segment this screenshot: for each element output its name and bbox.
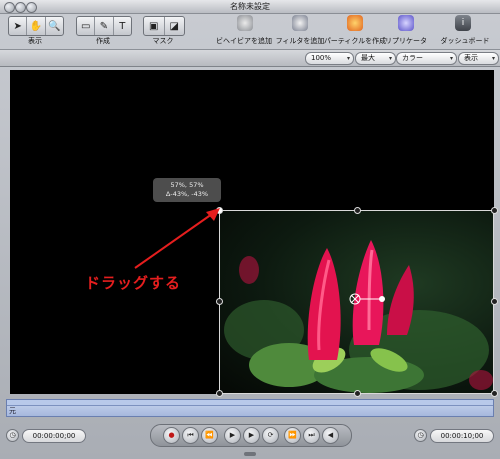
- arrow-pointer-icon: ➤: [13, 20, 22, 32]
- clock-icon[interactable]: ◷: [6, 429, 19, 442]
- dashboard-button[interactable]: ダッシュボード: [440, 36, 490, 46]
- bezier-tool-button[interactable]: ✎: [95, 17, 114, 35]
- text-icon: T: [119, 20, 126, 32]
- popup-arrow-icon: ▾: [388, 55, 392, 62]
- mask-tools-group: ▣ ◪: [143, 16, 185, 36]
- middle-left-handle[interactable]: [216, 298, 223, 305]
- channel-value: カラー: [402, 54, 423, 62]
- create-tools-label: 作成: [96, 37, 110, 45]
- info-icon[interactable]: i: [455, 15, 471, 31]
- middle-right-handle[interactable]: [491, 298, 498, 305]
- rectangle-icon: ▭: [80, 20, 91, 32]
- zoom-level-popup[interactable]: 100% ▾: [305, 52, 354, 65]
- magnifier-icon: 🔍: [48, 20, 61, 32]
- scale-tooltip: 57%, 57% Δ-43%, -43%: [153, 178, 221, 202]
- record-button[interactable]: ●: [163, 427, 180, 444]
- add-behavior-button[interactable]: ビヘイビアを追加: [212, 36, 276, 46]
- duration-field[interactable]: 00:00:10;00: [430, 429, 494, 443]
- scale-delta-value: Δ-43%, -43%: [165, 190, 209, 198]
- zoom-tool-button[interactable]: 🔍: [46, 17, 63, 35]
- filter-icon[interactable]: [292, 15, 308, 31]
- create-tools-group: ▭ ✎ T: [76, 16, 132, 36]
- popup-arrow-icon: ▾: [491, 55, 495, 62]
- bottom-center-handle[interactable]: [354, 390, 361, 397]
- rectangle-tool-button[interactable]: ▭: [77, 17, 96, 35]
- render-quality-value: 最大: [361, 54, 375, 62]
- transport-bar: ◷ 00:00:00;00 ● ⏮ ⏪ ▶ ▶ ⟳ ⏩ ⏭ ◀ ◷ 00:00:…: [0, 419, 500, 451]
- stop-button[interactable]: ▶: [243, 427, 260, 444]
- toolbar: ➤ ✋ 🔍 表示 ▭ ✎ T 作成 ▣ ◪ マスク ビヘイビアを追加 フィルタを…: [0, 14, 500, 48]
- bottom-right-handle[interactable]: [491, 390, 498, 397]
- add-filter-button[interactable]: フィルタを追加: [272, 36, 328, 46]
- replicator-icon[interactable]: [398, 15, 414, 31]
- view-value: 表示: [464, 54, 478, 62]
- render-quality-popup[interactable]: 最大 ▾: [355, 52, 396, 65]
- go-to-end-button[interactable]: ⏭: [303, 427, 320, 444]
- play-button[interactable]: ▶: [224, 427, 241, 444]
- rect-mask-icon: ▣: [149, 20, 159, 32]
- audio-button[interactable]: ◀: [322, 427, 339, 444]
- channel-popup[interactable]: カラー ▾: [396, 52, 457, 65]
- popup-arrow-icon: ▾: [346, 55, 350, 62]
- scale-value: 57%, 57%: [170, 181, 204, 189]
- mini-timeline[interactable]: 元: [6, 399, 494, 417]
- timeline-track-label: 元: [9, 407, 16, 415]
- view-popup[interactable]: 表示 ▾: [458, 52, 499, 65]
- hand-icon: ✋: [29, 20, 43, 32]
- canvas[interactable]: 57%, 57% Δ-43%, -43% ドラッグする: [10, 70, 498, 397]
- bezier-mask-icon: ◪: [169, 20, 179, 32]
- bezier-mask-button[interactable]: ◪: [165, 17, 185, 35]
- resize-grip[interactable]: [244, 452, 256, 456]
- replicate-button[interactable]: リプリケータ: [384, 36, 428, 46]
- pan-tool-button[interactable]: ✋: [27, 17, 46, 35]
- step-forward-button[interactable]: ⏩: [284, 427, 301, 444]
- view-tools-label: 表示: [28, 37, 42, 45]
- particle-icon[interactable]: [347, 15, 363, 31]
- view-options-bar: 100% ▾ 最大 ▾ カラー ▾ 表示 ▾: [0, 49, 500, 67]
- bottom-left-handle[interactable]: [216, 390, 223, 397]
- app-window: 名称未設定 ➤ ✋ 🔍 表示 ▭ ✎ T 作成 ▣ ◪ マスク ビヘイビアを追加…: [0, 0, 500, 459]
- top-center-handle[interactable]: [354, 207, 361, 214]
- timeline-ruler[interactable]: [7, 400, 493, 406]
- current-time-field[interactable]: 00:00:00;00: [22, 429, 86, 443]
- popup-arrow-icon: ▾: [449, 55, 453, 62]
- zoom-level-value: 100%: [311, 54, 332, 62]
- drag-instruction-label: ドラッグする: [85, 274, 182, 292]
- gear-icon[interactable]: [237, 15, 253, 31]
- window-title: 名称未設定: [230, 2, 270, 11]
- title-bar: 名称未設定: [0, 0, 500, 14]
- anchor-point-icon[interactable]: [348, 292, 388, 306]
- pen-icon: ✎: [99, 20, 109, 32]
- mask-tools-label: マスク: [152, 37, 174, 45]
- rect-mask-button[interactable]: ▣: [144, 17, 165, 35]
- top-right-handle[interactable]: [491, 207, 498, 214]
- loop-button[interactable]: ⟳: [262, 427, 279, 444]
- duration-clock-icon[interactable]: ◷: [414, 429, 427, 442]
- select-tool-button[interactable]: ➤: [9, 17, 28, 35]
- make-particles-button[interactable]: パーティクルを作成: [323, 36, 387, 46]
- go-to-start-button[interactable]: ⏮: [182, 427, 199, 444]
- step-back-button[interactable]: ⏪: [201, 427, 218, 444]
- view-tools-group: ➤ ✋ 🔍: [8, 16, 64, 36]
- drag-arrow-icon: [134, 208, 220, 269]
- text-tool-button[interactable]: T: [114, 17, 131, 35]
